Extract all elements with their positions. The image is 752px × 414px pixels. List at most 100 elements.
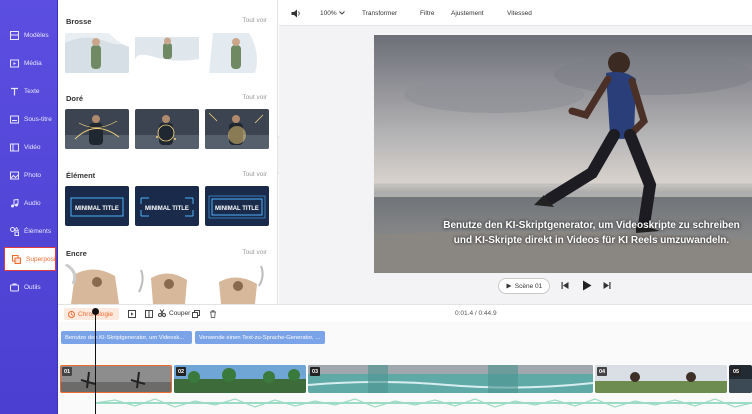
subtitle-clip[interactable]: Benutze den KI-Skriptgenerator, um Video… (61, 331, 192, 344)
skip-previous-icon (561, 282, 569, 289)
sidebar-item-overlay[interactable]: Superposi (4, 247, 56, 271)
overlay-thumbnail[interactable] (205, 33, 269, 73)
media-add-icon (128, 310, 136, 318)
section-title-brosse: Brosse (66, 17, 92, 26)
video-clip[interactable] (308, 365, 593, 393)
overlay-thumbnail[interactable] (135, 109, 199, 149)
trash-icon (210, 310, 216, 318)
see-all-link-element[interactable]: Tout voir (242, 171, 267, 178)
see-all-link-dore[interactable]: Tout voir (242, 94, 267, 101)
timeline-toolbar: Chronologie Couper 0:01.4 / 0:44.9 (58, 304, 752, 322)
sidebar-item-label: Superposi (26, 255, 56, 263)
time-display: 0:01.4 / 0:44.9 (455, 310, 497, 317)
video-clip[interactable] (174, 365, 306, 393)
playhead-handle[interactable] (92, 308, 99, 315)
overlay-thumbnail[interactable] (65, 264, 129, 304)
playhead[interactable] (95, 311, 96, 414)
sidebar-item-label: Audio (24, 199, 41, 207)
overlay-panel: Brosse Tout voir Doré Tout voir Élément … (58, 0, 278, 304)
tools-icon (9, 282, 19, 292)
sidebar-item-label: Vidéo (24, 143, 41, 151)
sidebar-item-text[interactable]: Texte (2, 79, 56, 103)
left-sidebar: Modèles Média Texte Sous-titre Vidéo Pho… (0, 0, 58, 414)
previous-button[interactable] (561, 281, 569, 292)
sidebar-item-video[interactable]: Vidéo (2, 135, 56, 159)
zoom-dropdown[interactable]: 100% (320, 0, 345, 26)
clip-number: 01 (62, 367, 72, 376)
duplicate-button[interactable] (192, 310, 200, 320)
sidebar-item-label: Modèles (24, 31, 49, 39)
sidebar-item-label: Outils (24, 283, 41, 291)
timeline-icon (68, 310, 75, 318)
overlay-thumbnail[interactable] (65, 109, 129, 149)
subtitle-icon (9, 114, 19, 124)
sidebar-item-label: Photo (24, 171, 41, 179)
play-icon (583, 280, 592, 291)
scene-label: Scène 01 (514, 282, 543, 290)
volume-button[interactable] (291, 0, 301, 26)
audio-track[interactable] (94, 397, 752, 409)
add-media-button[interactable] (128, 310, 136, 320)
sidebar-item-media[interactable]: Média (2, 51, 56, 75)
scissors-icon (158, 309, 166, 317)
clip-number: 04 (597, 367, 607, 376)
audio-waveform (94, 398, 752, 408)
overlay-thumbnail[interactable] (205, 109, 269, 149)
overlay-thumbnail[interactable] (135, 264, 199, 304)
split-icon (145, 310, 153, 318)
overlay-thumbnail[interactable] (65, 33, 129, 73)
audio-icon (9, 198, 19, 208)
see-all-link-brosse[interactable]: Tout voir (242, 17, 267, 24)
overlay-thumbnail[interactable] (205, 264, 269, 304)
scene-selector[interactable]: Scène 01 (498, 278, 550, 294)
photo-icon (9, 170, 19, 180)
media-icon (9, 58, 19, 68)
adjustment-button[interactable]: Ajustement (451, 0, 484, 26)
sidebar-item-audio[interactable]: Audio (2, 191, 56, 215)
minimal-title-text: MINIMAL TITLE (75, 206, 119, 212)
video-subtitle: Benutze den KI-Skriptgenerator, um Video… (443, 220, 740, 246)
sidebar-item-tools[interactable]: Outils (2, 275, 56, 299)
templates-icon (9, 30, 19, 40)
clip-number: 02 (176, 367, 186, 376)
sidebar-item-label: Texte (24, 87, 40, 95)
section-title-dore: Doré (66, 94, 84, 103)
speed-button[interactable]: Vitessed (507, 0, 532, 26)
sidebar-item-templates[interactable]: Modèles (2, 23, 56, 47)
sidebar-item-photo[interactable]: Photo (2, 163, 56, 187)
overlay-thumbnail[interactable]: MINIMAL TITLE (65, 186, 129, 226)
filter-button[interactable]: Filtre (420, 0, 434, 26)
elements-icon (9, 226, 19, 236)
sidebar-item-elements[interactable]: Éléments (2, 219, 56, 243)
next-button[interactable] (603, 281, 611, 292)
overlay-thumbnail[interactable]: MINIMAL TITLE (135, 186, 199, 226)
video-clip[interactable] (60, 365, 172, 393)
volume-icon (291, 9, 300, 17)
overlay-thumbnail[interactable] (135, 33, 199, 73)
sidebar-item-subtitle[interactable]: Sous-titre (2, 107, 56, 131)
play-icon (506, 283, 512, 289)
zoom-value: 100% (320, 9, 337, 17)
cut-label: Couper (169, 309, 191, 317)
sidebar-item-label: Média (24, 59, 42, 67)
section-title-element: Élément (66, 171, 96, 180)
minimal-title-text: MINIMAL TITLE (215, 206, 259, 212)
cut-button[interactable]: Couper (158, 309, 190, 317)
split-button[interactable] (145, 310, 153, 320)
see-all-link-encre[interactable]: Tout voir (242, 249, 267, 256)
sidebar-item-label: Sous-titre (24, 115, 52, 123)
transform-button[interactable]: Transformer (362, 0, 397, 26)
subtitle-clip[interactable]: Verwende einen Text-zu-Sprache-Generator… (195, 331, 325, 344)
overlay-icon (12, 254, 21, 264)
chevron-down-icon (338, 11, 345, 15)
video-icon (9, 142, 19, 152)
clip-number: 05 (731, 367, 741, 376)
top-toolbar: 100% Transformer Filtre Ajustement Vites… (279, 0, 752, 26)
video-clip[interactable] (595, 365, 727, 393)
overlay-thumbnail[interactable]: MINIMAL TITLE (205, 186, 269, 226)
play-button[interactable] (582, 280, 592, 293)
section-title-encre: Encre (66, 249, 87, 258)
sidebar-item-label: Éléments (24, 227, 52, 235)
delete-button[interactable] (209, 310, 217, 320)
text-icon (9, 86, 19, 96)
